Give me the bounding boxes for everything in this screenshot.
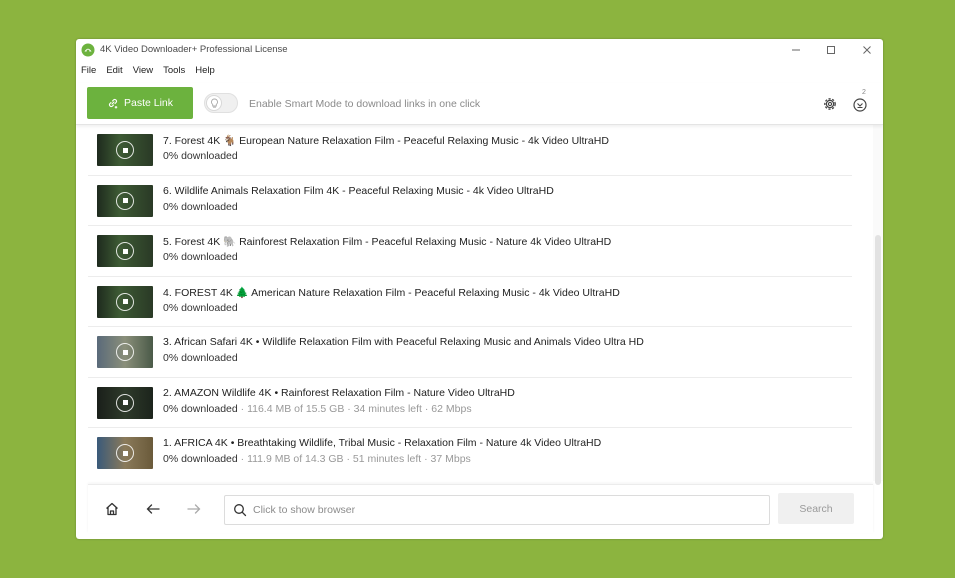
download-status: 0% downloaded <box>163 302 238 314</box>
title-bar: 4K Video Downloader+ Professional Licens… <box>76 39 883 61</box>
download-activity-icon[interactable] <box>850 94 872 114</box>
download-row[interactable]: 2. AMAZON Wildlife 4K • Rainforest Relax… <box>88 378 852 428</box>
video-thumbnail <box>97 184 153 217</box>
stop-icon[interactable] <box>116 444 134 462</box>
progress-text: 0% downloaded <box>163 301 238 314</box>
download-title: 5. Forest 4K 🐘 Rainforest Relaxation Fil… <box>163 236 612 248</box>
progress-text: 0% downloaded <box>163 150 238 162</box>
progress-text: 0% downloaded <box>163 352 238 364</box>
paste-link-label: Paste Link <box>123 97 174 109</box>
browser-search-input[interactable] <box>253 501 753 519</box>
stop-icon[interactable] <box>116 393 134 412</box>
video-thumbnail <box>97 134 153 166</box>
download-row[interactable]: 7. Forest 4K 🐐 European Nature Relaxatio… <box>88 125 852 176</box>
app-logo-icon <box>81 43 95 57</box>
close-icon <box>863 46 871 54</box>
video-thumbnail <box>97 336 153 368</box>
menu-help[interactable]: Help <box>195 63 221 79</box>
download-status: 0% downloaded · 116.4 MB of 15.5 GB · 34… <box>163 403 472 415</box>
menu-bar: File Edit View Tools Help <box>76 63 225 79</box>
menu-view[interactable]: View <box>133 63 159 79</box>
menu-edit[interactable]: Edit <box>106 63 128 79</box>
download-row[interactable]: 3. African Safari 4K • Wildlife Relaxati… <box>88 327 852 378</box>
stop-icon[interactable] <box>116 292 134 311</box>
stop-icon[interactable] <box>116 242 134 260</box>
download-details: · 111.9 MB of 14.3 GB · 51 minutes left … <box>237 453 471 465</box>
download-row[interactable]: 5. Forest 4K 🐘 Rainforest Relaxation Fil… <box>88 226 852 277</box>
download-title: 1. AFRICA 4K • Breathtaking Wildlife, Tr… <box>163 437 602 449</box>
browser-bar: Search <box>88 484 873 533</box>
progress-text: 0% downloaded <box>163 200 238 213</box>
download-details: · 116.4 MB of 15.5 GB · 34 minutes left … <box>237 402 472 415</box>
video-thumbnail <box>97 235 153 267</box>
app-window: 4K Video Downloader+ Professional Licens… <box>76 39 883 539</box>
settings-gear-icon[interactable] <box>821 95 839 113</box>
maximize-button[interactable] <box>817 41 845 59</box>
maximize-icon <box>827 46 835 54</box>
download-status: 0% downloaded · 111.9 MB of 14.3 GB · 51… <box>163 453 471 465</box>
download-status: 0% downloaded <box>163 201 238 213</box>
stop-icon[interactable] <box>116 343 134 361</box>
download-list: 7. Forest 4K 🐐 European Nature Relaxatio… <box>88 125 876 481</box>
progress-text: 0% downloaded <box>163 453 238 465</box>
search-icon <box>234 504 247 517</box>
download-title: 4. FOREST 4K 🌲 American Nature Relaxatio… <box>163 286 620 299</box>
minimize-button[interactable] <box>782 41 810 59</box>
progress-text: 0% downloaded <box>163 402 238 415</box>
download-status: 0% downloaded <box>163 251 238 263</box>
smart-mode-toggle[interactable] <box>204 93 238 113</box>
menu-tools[interactable]: Tools <box>163 63 191 79</box>
list-scrollbar[interactable] <box>873 125 883 485</box>
lightbulb-icon <box>210 98 218 108</box>
download-status: 0% downloaded <box>163 150 238 162</box>
smart-mode-text: Enable Smart Mode to download links in o… <box>249 98 481 110</box>
download-row[interactable]: 4. FOREST 4K 🌲 American Nature Relaxatio… <box>88 277 852 327</box>
home-button[interactable] <box>102 499 122 519</box>
paste-link-button[interactable]: Paste Link <box>87 87 193 119</box>
toolbar: Paste Link Enable Smart Mode to download… <box>76 83 883 125</box>
download-title: 6. Wildlife Animals Relaxation Film 4K -… <box>163 184 554 197</box>
stop-icon[interactable] <box>116 191 134 210</box>
menu-file[interactable]: File <box>81 63 102 79</box>
download-title: 7. Forest 4K 🐐 European Nature Relaxatio… <box>163 135 609 147</box>
video-thumbnail <box>97 386 153 419</box>
forward-button[interactable] <box>184 499 204 519</box>
back-button[interactable] <box>143 499 163 519</box>
download-title: 3. African Safari 4K • Wildlife Relaxati… <box>163 336 644 348</box>
video-thumbnail <box>97 285 153 318</box>
link-plus-icon <box>108 98 118 109</box>
search-button[interactable]: Search <box>778 493 854 524</box>
download-row[interactable]: 1. AFRICA 4K • Breathtaking Wildlife, Tr… <box>88 428 852 479</box>
scrollbar-thumb[interactable] <box>875 235 881 485</box>
window-title: 4K Video Downloader+ Professional Licens… <box>100 44 288 55</box>
progress-text: 0% downloaded <box>163 251 238 263</box>
minimize-icon <box>792 49 800 51</box>
download-title: 2. AMAZON Wildlife 4K • Rainforest Relax… <box>163 386 515 399</box>
close-button[interactable] <box>853 41 881 59</box>
activity-badge: 2 <box>862 89 866 96</box>
toggle-knob <box>206 95 222 111</box>
arrow-right-icon <box>187 504 201 514</box>
download-row[interactable]: 6. Wildlife Animals Relaxation Film 4K -… <box>88 176 852 226</box>
arrow-left-icon <box>146 504 160 514</box>
video-thumbnail <box>97 437 153 469</box>
home-icon <box>106 502 118 516</box>
stop-icon[interactable] <box>116 141 134 159</box>
browser-search-field[interactable] <box>224 495 770 525</box>
download-status: 0% downloaded <box>163 352 238 364</box>
